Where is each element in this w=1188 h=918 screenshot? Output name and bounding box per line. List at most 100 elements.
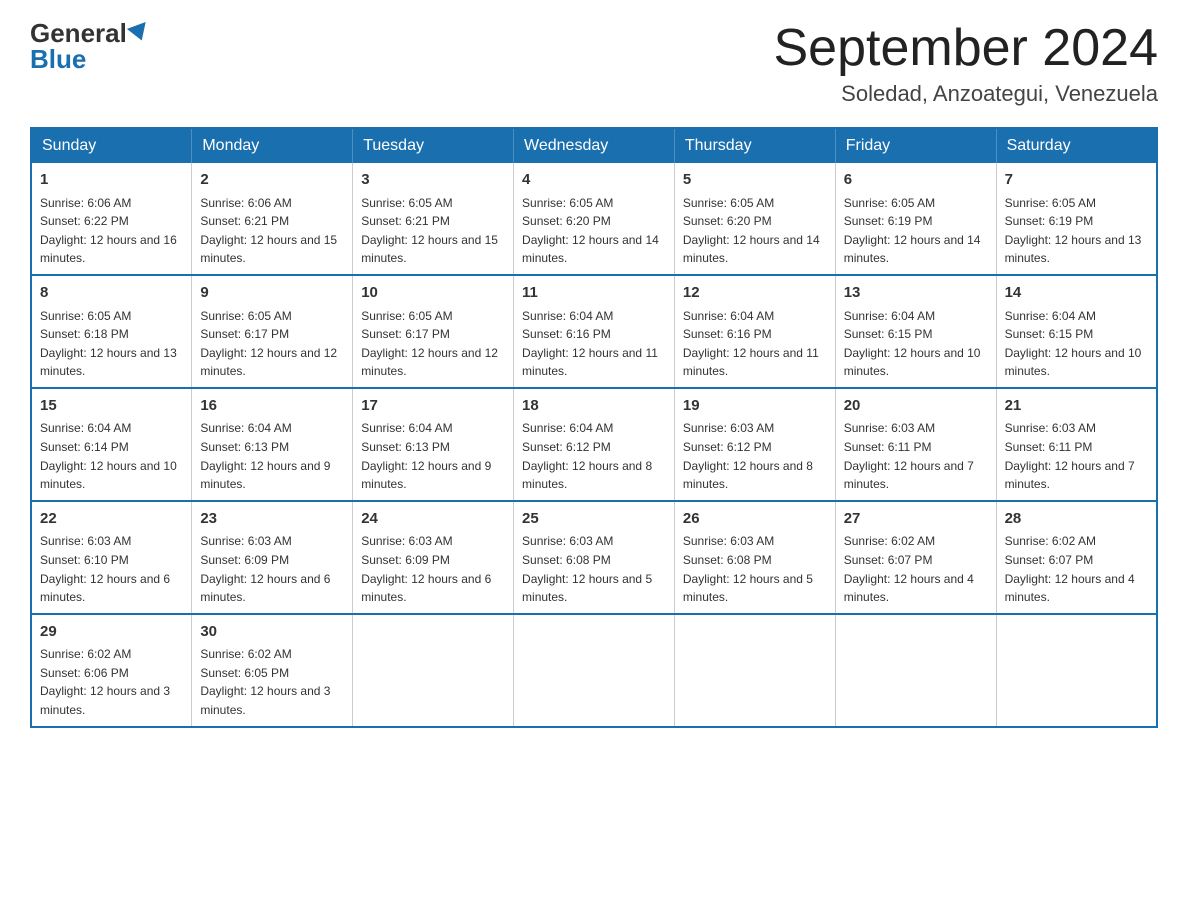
calendar-table: SundayMondayTuesdayWednesdayThursdayFrid… <box>30 127 1158 727</box>
calendar-cell: 20Sunrise: 6:03 AMSunset: 6:11 PMDayligh… <box>835 388 996 501</box>
day-info: Sunrise: 6:04 AMSunset: 6:16 PMDaylight:… <box>522 307 666 381</box>
calendar-cell: 26Sunrise: 6:03 AMSunset: 6:08 PMDayligh… <box>674 501 835 614</box>
month-title: September 2024 <box>774 20 1159 77</box>
calendar-cell: 29Sunrise: 6:02 AMSunset: 6:06 PMDayligh… <box>31 614 192 727</box>
calendar-week-row: 22Sunrise: 6:03 AMSunset: 6:10 PMDayligh… <box>31 501 1157 614</box>
day-number: 2 <box>200 169 344 192</box>
calendar-body: 1Sunrise: 6:06 AMSunset: 6:22 PMDaylight… <box>31 163 1157 726</box>
day-number: 13 <box>844 282 988 305</box>
weekday-header-friday: Friday <box>835 128 996 163</box>
day-number: 3 <box>361 169 505 192</box>
calendar-week-row: 29Sunrise: 6:02 AMSunset: 6:06 PMDayligh… <box>31 614 1157 727</box>
day-number: 21 <box>1005 395 1148 418</box>
calendar-cell: 17Sunrise: 6:04 AMSunset: 6:13 PMDayligh… <box>353 388 514 501</box>
day-number: 28 <box>1005 508 1148 531</box>
logo-blue-text: Blue <box>30 46 86 72</box>
day-number: 24 <box>361 508 505 531</box>
day-number: 1 <box>40 169 183 192</box>
page-header: General Blue September 2024 Soledad, Anz… <box>30 20 1158 107</box>
calendar-cell <box>835 614 996 727</box>
calendar-cell: 18Sunrise: 6:04 AMSunset: 6:12 PMDayligh… <box>514 388 675 501</box>
day-number: 18 <box>522 395 666 418</box>
day-number: 20 <box>844 395 988 418</box>
weekday-header-row: SundayMondayTuesdayWednesdayThursdayFrid… <box>31 128 1157 163</box>
calendar-week-row: 8Sunrise: 6:05 AMSunset: 6:18 PMDaylight… <box>31 275 1157 388</box>
calendar-cell: 12Sunrise: 6:04 AMSunset: 6:16 PMDayligh… <box>674 275 835 388</box>
calendar-cell: 19Sunrise: 6:03 AMSunset: 6:12 PMDayligh… <box>674 388 835 501</box>
day-number: 22 <box>40 508 183 531</box>
day-info: Sunrise: 6:05 AMSunset: 6:20 PMDaylight:… <box>522 194 666 268</box>
day-info: Sunrise: 6:03 AMSunset: 6:08 PMDaylight:… <box>683 532 827 606</box>
day-number: 26 <box>683 508 827 531</box>
calendar-cell: 21Sunrise: 6:03 AMSunset: 6:11 PMDayligh… <box>996 388 1157 501</box>
calendar-cell: 8Sunrise: 6:05 AMSunset: 6:18 PMDaylight… <box>31 275 192 388</box>
day-number: 30 <box>200 621 344 644</box>
day-number: 16 <box>200 395 344 418</box>
calendar-cell: 4Sunrise: 6:05 AMSunset: 6:20 PMDaylight… <box>514 163 675 275</box>
day-info: Sunrise: 6:02 AMSunset: 6:07 PMDaylight:… <box>1005 532 1148 606</box>
day-info: Sunrise: 6:04 AMSunset: 6:13 PMDaylight:… <box>200 419 344 493</box>
calendar-cell: 23Sunrise: 6:03 AMSunset: 6:09 PMDayligh… <box>192 501 353 614</box>
calendar-cell: 2Sunrise: 6:06 AMSunset: 6:21 PMDaylight… <box>192 163 353 275</box>
calendar-cell: 22Sunrise: 6:03 AMSunset: 6:10 PMDayligh… <box>31 501 192 614</box>
weekday-header-wednesday: Wednesday <box>514 128 675 163</box>
day-info: Sunrise: 6:03 AMSunset: 6:11 PMDaylight:… <box>844 419 988 493</box>
calendar-cell: 25Sunrise: 6:03 AMSunset: 6:08 PMDayligh… <box>514 501 675 614</box>
day-info: Sunrise: 6:03 AMSunset: 6:08 PMDaylight:… <box>522 532 666 606</box>
weekday-header-thursday: Thursday <box>674 128 835 163</box>
day-number: 23 <box>200 508 344 531</box>
day-number: 17 <box>361 395 505 418</box>
day-info: Sunrise: 6:05 AMSunset: 6:19 PMDaylight:… <box>844 194 988 268</box>
logo-triangle-icon <box>127 22 151 44</box>
day-number: 29 <box>40 621 183 644</box>
day-info: Sunrise: 6:04 AMSunset: 6:15 PMDaylight:… <box>844 307 988 381</box>
title-area: September 2024 Soledad, Anzoategui, Vene… <box>774 20 1159 107</box>
day-info: Sunrise: 6:02 AMSunset: 6:05 PMDaylight:… <box>200 645 344 719</box>
weekday-header-monday: Monday <box>192 128 353 163</box>
calendar-cell: 6Sunrise: 6:05 AMSunset: 6:19 PMDaylight… <box>835 163 996 275</box>
logo-general-text: General <box>30 20 127 46</box>
day-info: Sunrise: 6:05 AMSunset: 6:18 PMDaylight:… <box>40 307 183 381</box>
day-number: 12 <box>683 282 827 305</box>
day-info: Sunrise: 6:03 AMSunset: 6:09 PMDaylight:… <box>200 532 344 606</box>
calendar-cell: 27Sunrise: 6:02 AMSunset: 6:07 PMDayligh… <box>835 501 996 614</box>
day-number: 6 <box>844 169 988 192</box>
calendar-header: SundayMondayTuesdayWednesdayThursdayFrid… <box>31 128 1157 163</box>
day-number: 7 <box>1005 169 1148 192</box>
day-info: Sunrise: 6:03 AMSunset: 6:11 PMDaylight:… <box>1005 419 1148 493</box>
day-info: Sunrise: 6:04 AMSunset: 6:15 PMDaylight:… <box>1005 307 1148 381</box>
day-info: Sunrise: 6:06 AMSunset: 6:21 PMDaylight:… <box>200 194 344 268</box>
day-info: Sunrise: 6:03 AMSunset: 6:12 PMDaylight:… <box>683 419 827 493</box>
calendar-cell <box>674 614 835 727</box>
day-number: 5 <box>683 169 827 192</box>
day-info: Sunrise: 6:05 AMSunset: 6:21 PMDaylight:… <box>361 194 505 268</box>
calendar-cell: 7Sunrise: 6:05 AMSunset: 6:19 PMDaylight… <box>996 163 1157 275</box>
location-title: Soledad, Anzoategui, Venezuela <box>774 81 1159 107</box>
calendar-cell: 13Sunrise: 6:04 AMSunset: 6:15 PMDayligh… <box>835 275 996 388</box>
day-number: 8 <box>40 282 183 305</box>
calendar-week-row: 15Sunrise: 6:04 AMSunset: 6:14 PMDayligh… <box>31 388 1157 501</box>
day-info: Sunrise: 6:05 AMSunset: 6:17 PMDaylight:… <box>361 307 505 381</box>
calendar-cell: 3Sunrise: 6:05 AMSunset: 6:21 PMDaylight… <box>353 163 514 275</box>
day-info: Sunrise: 6:04 AMSunset: 6:14 PMDaylight:… <box>40 419 183 493</box>
day-number: 14 <box>1005 282 1148 305</box>
day-info: Sunrise: 6:03 AMSunset: 6:10 PMDaylight:… <box>40 532 183 606</box>
calendar-week-row: 1Sunrise: 6:06 AMSunset: 6:22 PMDaylight… <box>31 163 1157 275</box>
weekday-header-sunday: Sunday <box>31 128 192 163</box>
weekday-header-tuesday: Tuesday <box>353 128 514 163</box>
calendar-cell <box>996 614 1157 727</box>
calendar-cell: 16Sunrise: 6:04 AMSunset: 6:13 PMDayligh… <box>192 388 353 501</box>
day-info: Sunrise: 6:02 AMSunset: 6:06 PMDaylight:… <box>40 645 183 719</box>
day-number: 11 <box>522 282 666 305</box>
calendar-cell: 14Sunrise: 6:04 AMSunset: 6:15 PMDayligh… <box>996 275 1157 388</box>
day-number: 9 <box>200 282 344 305</box>
calendar-cell: 15Sunrise: 6:04 AMSunset: 6:14 PMDayligh… <box>31 388 192 501</box>
day-info: Sunrise: 6:02 AMSunset: 6:07 PMDaylight:… <box>844 532 988 606</box>
day-info: Sunrise: 6:05 AMSunset: 6:19 PMDaylight:… <box>1005 194 1148 268</box>
calendar-cell: 28Sunrise: 6:02 AMSunset: 6:07 PMDayligh… <box>996 501 1157 614</box>
calendar-cell: 24Sunrise: 6:03 AMSunset: 6:09 PMDayligh… <box>353 501 514 614</box>
day-info: Sunrise: 6:04 AMSunset: 6:16 PMDaylight:… <box>683 307 827 381</box>
calendar-cell <box>514 614 675 727</box>
day-info: Sunrise: 6:05 AMSunset: 6:17 PMDaylight:… <box>200 307 344 381</box>
day-info: Sunrise: 6:03 AMSunset: 6:09 PMDaylight:… <box>361 532 505 606</box>
